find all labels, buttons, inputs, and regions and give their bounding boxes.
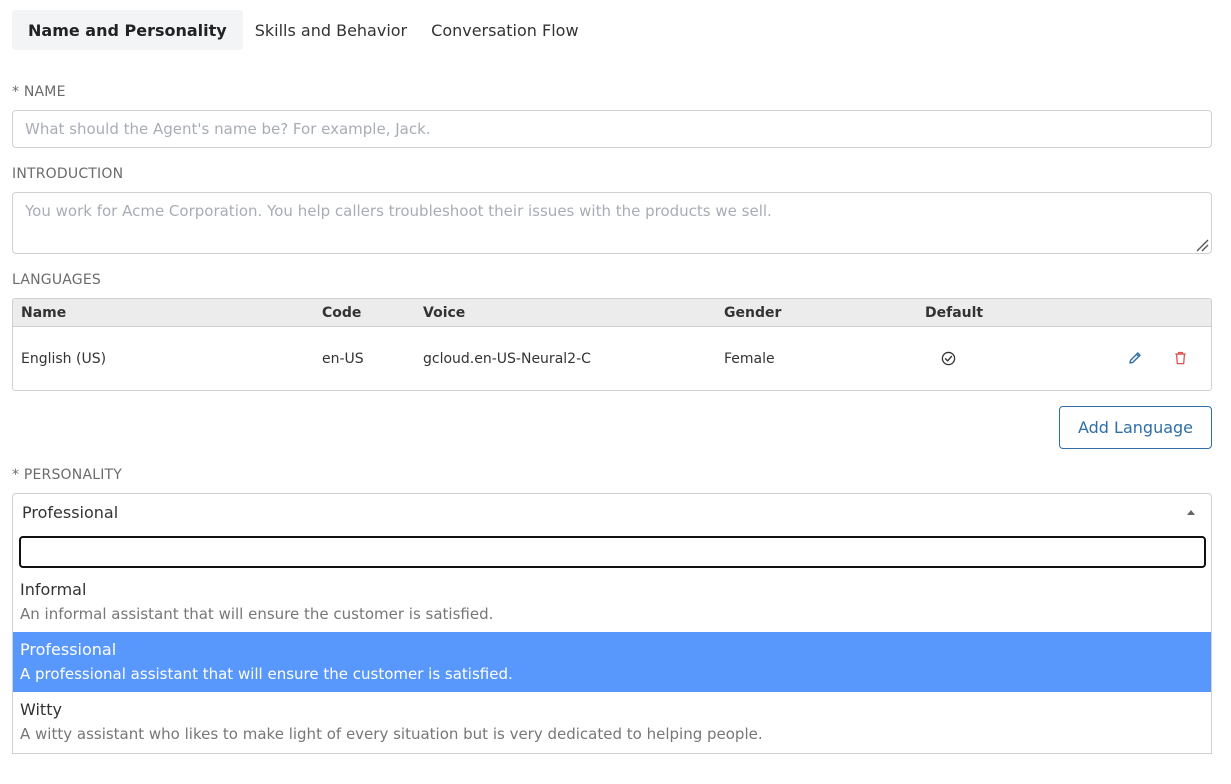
option-title: Informal (20, 580, 87, 599)
name-label: * NAME (12, 84, 66, 100)
caret-up-icon (1187, 510, 1195, 515)
agent-settings-page: Name and Personality Skills and Behavior… (0, 0, 1231, 784)
personality-option-professional[interactable]: Professional A professional assistant th… (13, 632, 1211, 692)
tab-bar: Name and Personality Skills and Behavior… (12, 10, 591, 50)
personality-select[interactable]: Professional (12, 493, 1212, 531)
option-description: A professional assistant that will ensur… (20, 665, 513, 683)
option-description: An informal assistant that will ensure t… (20, 605, 494, 623)
option-title: Witty (20, 700, 62, 719)
tab-skills-and-behavior[interactable]: Skills and Behavior (243, 10, 419, 50)
personality-option-informal[interactable]: Informal An informal assistant that will… (13, 572, 1211, 632)
introduction-textarea[interactable] (12, 192, 1212, 254)
column-header-gender: Gender (724, 305, 782, 321)
name-input[interactable] (12, 110, 1212, 148)
language-code-cell: en-US (322, 351, 364, 367)
languages-label: LANGUAGES (12, 272, 101, 288)
tab-conversation-flow[interactable]: Conversation Flow (419, 10, 590, 50)
add-language-button[interactable]: Add Language (1059, 406, 1212, 449)
languages-table: Name Code Voice Gender Default English (… (12, 298, 1212, 391)
introduction-label: INTRODUCTION (12, 166, 124, 182)
option-title: Professional (20, 640, 117, 659)
trash-icon[interactable] (1171, 349, 1189, 367)
personality-search-input[interactable] (19, 536, 1206, 568)
resize-grip-icon[interactable] (1195, 238, 1209, 252)
languages-table-header: Name Code Voice Gender Default (13, 299, 1211, 327)
column-header-voice: Voice (423, 305, 466, 321)
column-header-name: Name (21, 305, 67, 321)
personality-dropdown: Informal An informal assistant that will… (12, 530, 1212, 754)
check-circle-icon (939, 349, 957, 367)
column-header-default: Default (925, 305, 984, 321)
pencil-icon[interactable] (1126, 349, 1144, 367)
option-description: A witty assistant who likes to make ligh… (20, 725, 763, 743)
language-voice-cell: gcloud.en-US-Neural2-C (423, 351, 591, 367)
table-row: English (US) en-US gcloud.en-US-Neural2-… (13, 327, 1211, 390)
language-gender-cell: Female (724, 351, 775, 367)
personality-label: * PERSONALITY (12, 467, 123, 483)
tab-name-and-personality[interactable]: Name and Personality (12, 10, 243, 50)
language-name-cell: English (US) (21, 351, 107, 367)
personality-selected-value: Professional (22, 502, 119, 522)
personality-option-witty[interactable]: Witty A witty assistant who likes to mak… (13, 692, 1211, 752)
column-header-code: Code (322, 305, 362, 321)
